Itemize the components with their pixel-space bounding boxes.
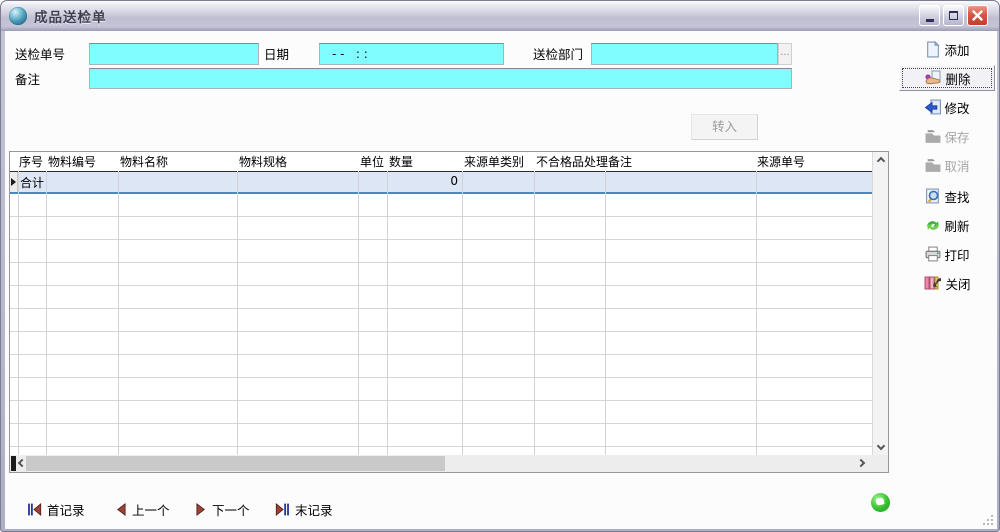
date-input[interactable]: - - : :: [319, 43, 504, 65]
previous-record-button[interactable]: 上一个: [115, 500, 170, 518]
find-icon: [924, 188, 942, 205]
scroll-up-button[interactable]: [873, 152, 889, 168]
app-icon: [9, 7, 27, 25]
grid-column-divider: [756, 171, 757, 455]
chevron-right-icon[interactable]: [857, 459, 865, 467]
save-button[interactable]: 保存: [899, 123, 995, 149]
chevron-down-icon: [877, 442, 885, 450]
client-area: 送检单号 日期 - - : : 送检部门 ... 备注 转入 序号 物料编号 物…: [5, 31, 997, 529]
close-button[interactable]: [967, 5, 988, 26]
grid-column-divider: [462, 171, 463, 455]
close-icon: [972, 10, 983, 21]
horizontal-scroll-thumb[interactable]: [26, 456, 445, 471]
window-controls: [919, 5, 988, 26]
vertical-scrollbar[interactable]: [872, 152, 888, 455]
first-record-icon: [27, 503, 42, 516]
maximize-button[interactable]: [943, 5, 964, 26]
grid-column-divider: [46, 171, 47, 455]
grid-indicator-bar: [11, 456, 16, 471]
save-icon: [924, 128, 942, 145]
grid-empty-rows: [10, 194, 872, 455]
grid-column-divider: [534, 171, 535, 455]
status-green-icon: [871, 493, 890, 512]
titlebar[interactable]: 成品送检单: [1, 1, 999, 31]
delete-button[interactable]: 删除: [899, 65, 995, 91]
previous-record-icon: [115, 503, 127, 516]
col-header-qty: 数量: [389, 154, 413, 170]
last-record-icon: [275, 503, 290, 516]
resize-grip[interactable]: [981, 513, 995, 527]
detail-grid[interactable]: 序号 物料编号 物料名称 物料规格 单位 数量 来源单类别 不合格品处理备注 来…: [9, 151, 889, 473]
dept-input[interactable]: [591, 43, 778, 65]
cancel-button[interactable]: 取消: [899, 152, 995, 178]
row-selector: [10, 172, 18, 192]
minimize-button[interactable]: [919, 5, 940, 26]
cancel-icon: [924, 157, 942, 174]
window-title: 成品送检单: [34, 6, 107, 26]
remark-input[interactable]: [89, 68, 792, 89]
date-label: 日期: [264, 47, 289, 63]
chevron-left-icon[interactable]: [18, 459, 26, 467]
col-header-name: 物料名称: [120, 154, 168, 170]
modify-button[interactable]: 修改: [899, 94, 995, 120]
chevron-up-icon: [877, 157, 885, 165]
first-record-button[interactable]: 首记录: [27, 500, 85, 518]
remark-label: 备注: [15, 72, 40, 88]
close-form-icon: [923, 275, 943, 291]
dept-browse-button[interactable]: ...: [778, 43, 792, 65]
col-header-seq: 序号: [19, 154, 43, 170]
add-button[interactable]: 添加: [899, 36, 995, 62]
maximize-icon: [949, 11, 958, 20]
close-form-button[interactable]: 关闭: [899, 270, 995, 296]
next-record-button[interactable]: 下一个: [195, 500, 250, 518]
col-header-code: 物料编号: [48, 154, 96, 170]
col-header-spec: 物料规格: [239, 154, 287, 170]
transfer-in-button[interactable]: 转入: [691, 114, 758, 140]
delete-icon: [923, 70, 943, 86]
app-window: 成品送检单 送检单号 日期 - - : : 送检部门 ... 备注 转入 序号 …: [0, 0, 1000, 532]
order-no-input[interactable]: [89, 43, 259, 65]
horizontal-scrollbar[interactable]: [10, 455, 888, 472]
grid-column-divider: [387, 171, 388, 455]
grid-column-divider: [118, 171, 119, 455]
dept-label: 送检部门: [533, 47, 583, 63]
total-quantity: 0: [388, 174, 458, 188]
find-button[interactable]: 查找: [899, 183, 995, 209]
table-row-total[interactable]: 合计 0: [10, 171, 872, 194]
add-document-icon: [924, 41, 942, 58]
modify-icon: [924, 99, 942, 116]
refresh-icon: [924, 217, 942, 234]
next-record-icon: [195, 503, 207, 516]
grid-column-divider: [18, 171, 19, 455]
col-header-srcno: 来源单号: [757, 154, 805, 170]
col-header-srctype: 来源单类别: [464, 154, 524, 170]
last-record-button[interactable]: 末记录: [275, 500, 333, 518]
grid-column-divider: [358, 171, 359, 455]
print-icon: [924, 246, 942, 263]
total-label: 合计: [20, 174, 44, 191]
grid-column-divider: [237, 171, 238, 455]
order-no-label: 送检单号: [15, 47, 65, 63]
print-button[interactable]: 打印: [899, 241, 995, 267]
minimize-icon: [926, 19, 934, 22]
col-header-unit: 单位: [360, 154, 384, 170]
scroll-down-button[interactable]: [873, 439, 889, 455]
grid-column-divider: [605, 171, 606, 455]
col-header-remark: 不合格品处理备注: [536, 154, 632, 170]
refresh-button[interactable]: 刷新: [899, 212, 995, 238]
current-row-arrow-icon: [11, 178, 16, 186]
